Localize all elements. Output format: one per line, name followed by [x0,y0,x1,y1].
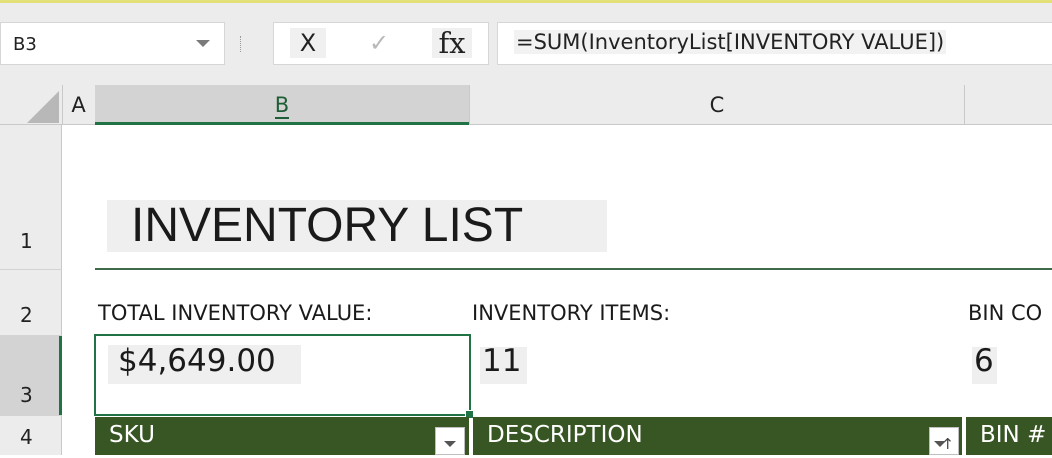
row-divider [0,269,62,270]
table-header-bin-label: BIN # [980,422,1047,448]
enter-button[interactable]: ✓ [364,28,394,58]
row-header-3[interactable]: 3 [20,383,33,407]
filter-dropdown-button[interactable] [435,427,465,455]
items-value[interactable]: 11 [482,343,521,379]
name-box[interactable]: B3 [0,22,225,65]
row-header-4[interactable]: 4 [20,425,33,449]
table-header-sku-label: SKU [109,422,155,448]
bin-count-label: BIN CO [968,301,1043,325]
title-underline [95,268,1052,270]
row-divider [0,415,62,416]
table-header-description-label: DESCRIPTION [487,422,643,448]
column-header-b[interactable]: B [95,93,469,119]
table-header-bin[interactable]: BIN # [966,417,1052,455]
cancel-button[interactable]: X [290,28,326,58]
resize-grip-icon[interactable] [240,36,244,52]
insert-function-button[interactable]: fx [432,28,472,58]
sort-filter-button[interactable]: ↑ [929,427,959,455]
table-header-description[interactable]: DESCRIPTION ↑ [473,417,962,455]
row-header-2[interactable]: 2 [20,303,33,327]
items-label: INVENTORY ITEMS: [472,301,671,325]
chevron-down-icon[interactable] [196,40,210,47]
total-value-label: TOTAL INVENTORY VALUE: [98,301,373,325]
name-box-value: B3 [13,34,37,55]
column-divider [964,85,965,125]
bin-count-value[interactable]: 6 [974,343,994,379]
row-header-1[interactable]: 1 [20,229,33,253]
column-header-c[interactable]: C [470,93,964,117]
sort-ascending-icon: ↑ [941,435,954,453]
formula-buttons: X ✓ fx [273,22,489,65]
sheet-title: INVENTORY LIST [131,199,524,252]
row-3-selection-line [59,336,62,415]
select-all-button[interactable] [27,91,59,123]
column-header-a[interactable]: A [62,93,95,117]
formula-text: =SUM(InventoryList[INVENTORY VALUE]) [514,30,947,54]
column-b-selection-line [95,122,469,125]
column-header-b-label: B [274,93,290,119]
formula-input[interactable]: =SUM(InventoryList[INVENTORY VALUE]) [497,22,1052,65]
table-header-sku[interactable]: SKU [95,417,469,455]
active-cell-selection[interactable] [94,334,471,416]
chevron-down-icon [444,441,456,447]
